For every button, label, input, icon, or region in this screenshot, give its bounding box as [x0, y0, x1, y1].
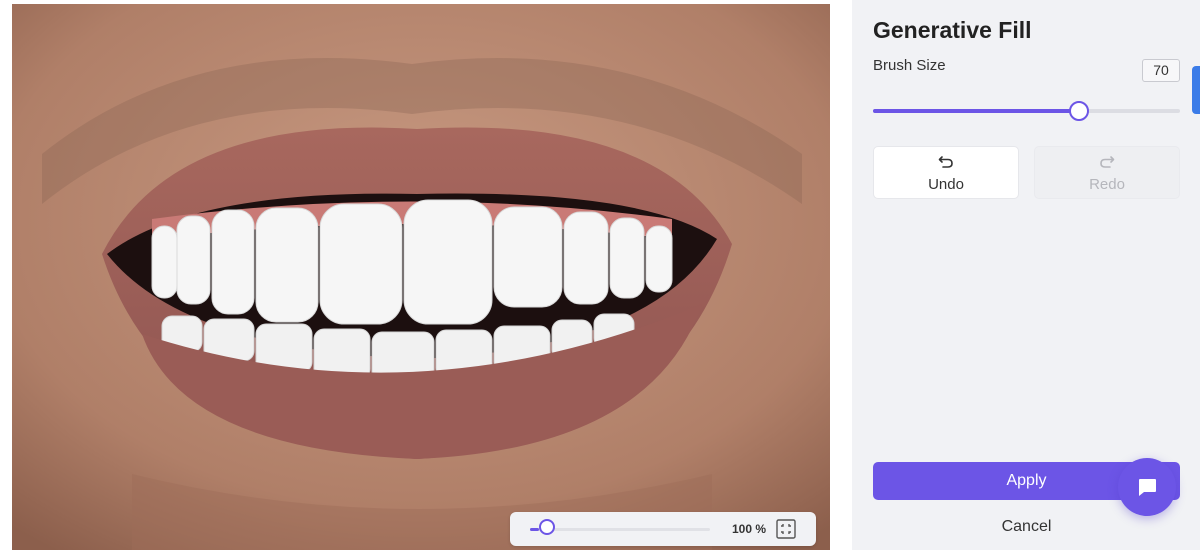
undo-button[interactable]: Undo: [873, 146, 1019, 199]
smile-photo: [12, 4, 830, 550]
brush-size-thumb[interactable]: [1068, 101, 1089, 121]
redo-icon: [1100, 156, 1115, 168]
zoom-value: 100 %: [731, 522, 766, 536]
panel-title: Generative Fill: [873, 17, 1032, 43]
zoom-control: 100 %: [510, 512, 816, 546]
redo-label: Redo: [1089, 176, 1125, 193]
editor-canvas[interactable]: 100 %: [0, 0, 852, 550]
chat-icon: [1139, 479, 1156, 496]
zoom-track[interactable]: [530, 528, 710, 531]
zoom-slider-thumb[interactable]: [539, 519, 555, 535]
undo-label: Undo: [928, 176, 964, 193]
redo-button[interactable]: Redo: [1034, 146, 1180, 199]
brush-size-label: Brush Size: [873, 57, 946, 74]
zoom-fill: [530, 528, 539, 531]
brush-size-value[interactable]: 70: [1142, 59, 1180, 82]
photo-preview[interactable]: [12, 4, 830, 550]
brush-size-fill: [873, 109, 1079, 113]
fit-to-screen-icon[interactable]: [776, 519, 796, 539]
cancel-button[interactable]: Cancel: [873, 513, 1180, 541]
undo-icon: [938, 156, 953, 168]
brush-size-slider[interactable]: [873, 109, 1180, 113]
scrollbar[interactable]: [1192, 66, 1200, 114]
chat-button[interactable]: [1118, 458, 1176, 516]
